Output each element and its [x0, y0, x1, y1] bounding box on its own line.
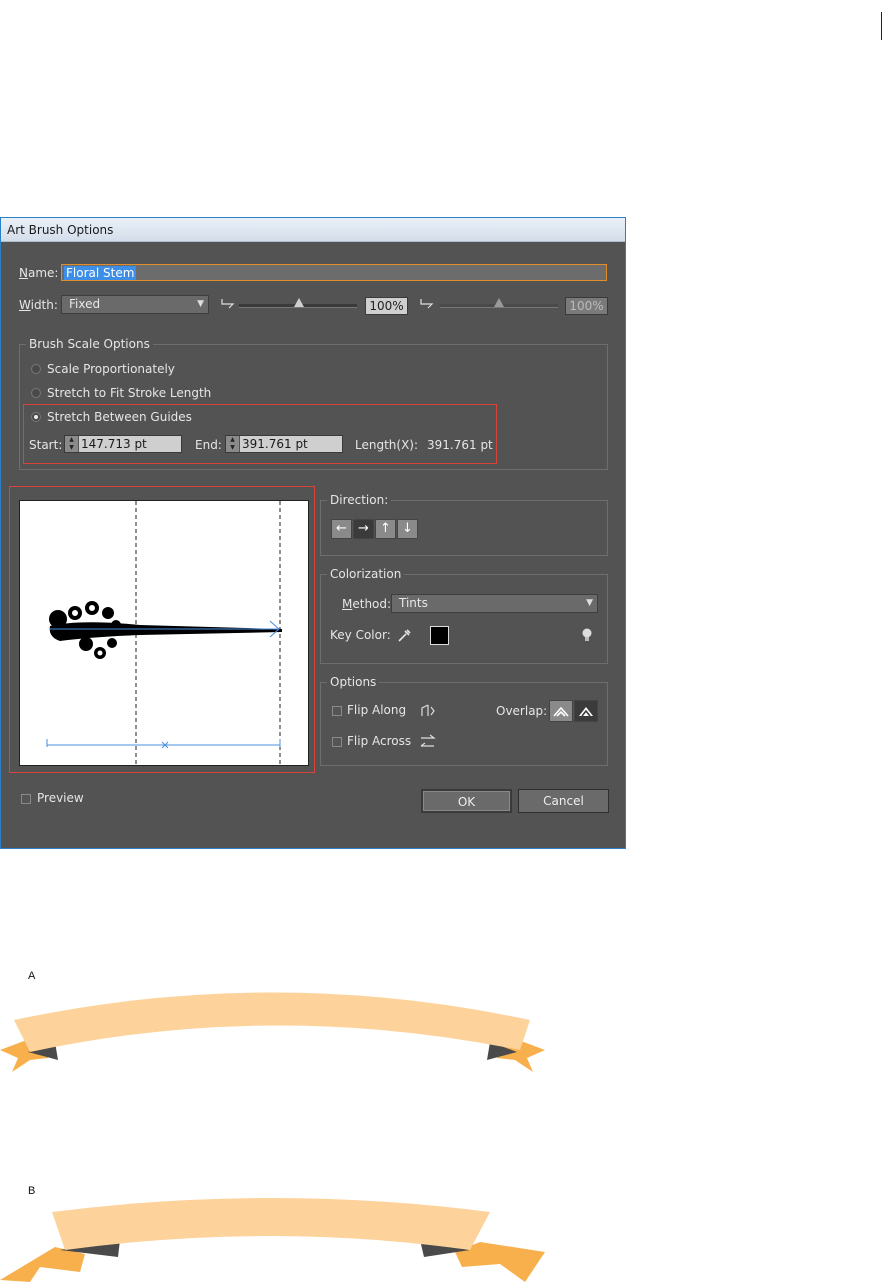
ribbon-body-b: [52, 1198, 490, 1250]
direction-legend: Direction:: [327, 493, 392, 507]
width-percent-field-2: 100%: [565, 297, 608, 315]
method-dropdown[interactable]: Tints ▼: [391, 594, 598, 613]
ribbon-figure-a: [0, 992, 545, 1072]
ribbon-figure-b: [0, 1198, 545, 1282]
width-dropdown[interactable]: Fixed ▼: [61, 295, 209, 314]
width-label: Width:: [19, 298, 58, 312]
stretch-to-fit-label: Stretch to Fit Stroke Length: [47, 386, 212, 400]
radio-stretch-between-guides[interactable]: [31, 412, 41, 422]
key-color-swatch[interactable]: [430, 626, 449, 645]
chevron-down-icon: ▼: [197, 299, 204, 309]
brush-scale-legend: Brush Scale Options: [26, 337, 153, 351]
brush-preview-canvas: [19, 500, 309, 766]
flip-across-checkbox[interactable]: [332, 737, 342, 747]
scale-proportionately-label: Scale Proportionately: [47, 362, 175, 376]
width-variation-icon-2: [420, 299, 434, 309]
overlap-buttons: [549, 700, 599, 722]
colorization-group: Colorization: [320, 567, 608, 664]
cancel-button[interactable]: Cancel: [518, 789, 609, 813]
overlap-adjust-icon: [553, 706, 569, 717]
method-value: Tints: [399, 596, 428, 610]
end-spinner[interactable]: ▲ ▼: [226, 436, 240, 452]
ribbon-body-a: [14, 992, 530, 1052]
direction-right-button[interactable]: →: [353, 519, 374, 539]
length-value: 391.761 pt: [427, 438, 493, 452]
eyedropper-icon[interactable]: [397, 627, 413, 643]
brush-preview-drawing: [46, 501, 282, 765]
name-field[interactable]: Floral Stem: [61, 264, 607, 281]
colorization-legend: Colorization: [327, 567, 405, 581]
options-group: Options: [320, 675, 608, 766]
name-label: Name:: [19, 266, 59, 280]
stretch-between-guides-label: Stretch Between Guides: [47, 410, 192, 424]
width-value: Fixed: [69, 297, 101, 311]
dialog-title: Art Brush Options: [1, 218, 625, 242]
preview-label: Preview: [37, 791, 84, 805]
end-field[interactable]: ▲ ▼ 391.761 pt: [225, 435, 343, 453]
width-slider-thumb-2: [494, 298, 504, 307]
chevron-down-icon: ▼: [586, 598, 593, 608]
end-label: End:: [195, 438, 222, 452]
key-color-label: Key Color:: [330, 628, 391, 642]
length-label: Length(X):: [355, 438, 419, 452]
end-value: 391.761 pt: [242, 437, 308, 451]
flip-along-icon: [421, 704, 435, 716]
start-spinner[interactable]: ▲ ▼: [65, 436, 79, 452]
preview-checkbox[interactable]: [21, 794, 31, 804]
direction-up-button[interactable]: ↑: [375, 519, 396, 539]
overlap-label: Overlap:: [496, 704, 548, 718]
flip-across-label: Flip Across: [347, 734, 412, 748]
width-percent-field[interactable]: 100%: [365, 297, 408, 315]
name-value: Floral Stem: [64, 266, 137, 280]
ok-button[interactable]: OK: [421, 789, 512, 813]
start-value: 147.713 pt: [81, 437, 147, 451]
direction-left-button[interactable]: ←: [331, 519, 352, 539]
tips-lightbulb-icon[interactable]: [581, 627, 593, 643]
overlap-none-button[interactable]: [574, 700, 598, 722]
overlap-none-icon: [579, 707, 593, 717]
flip-across-icon: [420, 734, 436, 747]
radio-scale-proportionately[interactable]: [31, 364, 41, 374]
flip-along-checkbox[interactable]: [332, 706, 342, 716]
start-field[interactable]: ▲ ▼ 147.713 pt: [64, 435, 182, 453]
start-label: Start:: [29, 438, 63, 452]
radio-stretch-to-fit[interactable]: [31, 388, 41, 398]
flip-along-label: Flip Along: [347, 703, 407, 717]
overlap-adjust-button[interactable]: [549, 700, 573, 722]
direction-buttons: ← → ↑ ↓: [331, 519, 431, 541]
width-slider-thumb[interactable]: [294, 298, 304, 307]
direction-down-button[interactable]: ↓: [397, 519, 418, 539]
method-label: Method:: [342, 597, 392, 611]
width-variation-icon: [221, 299, 235, 309]
art-brush-options-dialog: Art Brush Options Name: Floral Stem Widt…: [0, 217, 626, 849]
options-legend: Options: [327, 675, 380, 689]
page-edge-marker: [881, 12, 882, 40]
